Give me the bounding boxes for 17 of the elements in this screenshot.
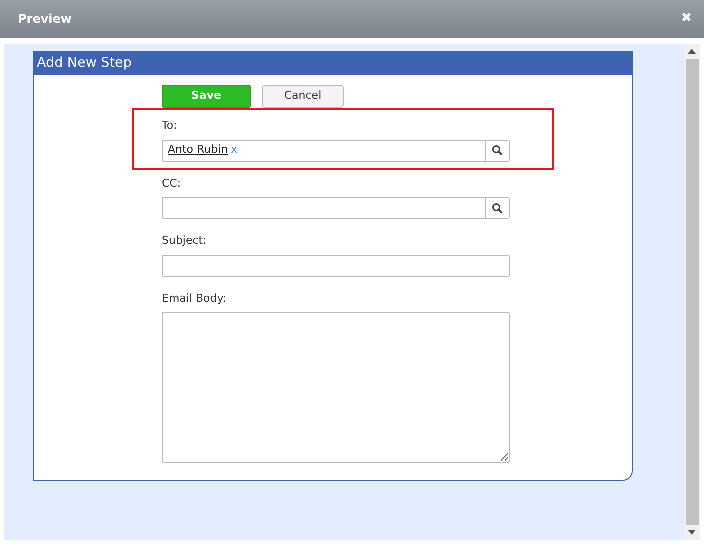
field-label: Subject: [162,233,208,249]
window-title: Preview [18,11,72,28]
text-area[interactable] [162,312,510,463]
field-label: Email Body: [162,290,228,306]
field-label: CC: [162,176,182,192]
search-button[interactable] [485,140,509,160]
lookup-field[interactable]: Anto Rubin x [162,140,510,162]
field-label: To: [162,118,178,134]
search-icon [492,202,503,214]
search-button[interactable] [485,198,509,218]
form-title: Add New Step [34,52,632,75]
scrollbar[interactable] [684,44,700,540]
cancel-button[interactable]: Cancel [262,85,344,108]
recipient-link[interactable]: Anto Rubin [168,142,228,159]
search-icon [492,145,503,156]
input-field[interactable] [162,254,510,276]
lookup-field[interactable] [162,197,510,219]
